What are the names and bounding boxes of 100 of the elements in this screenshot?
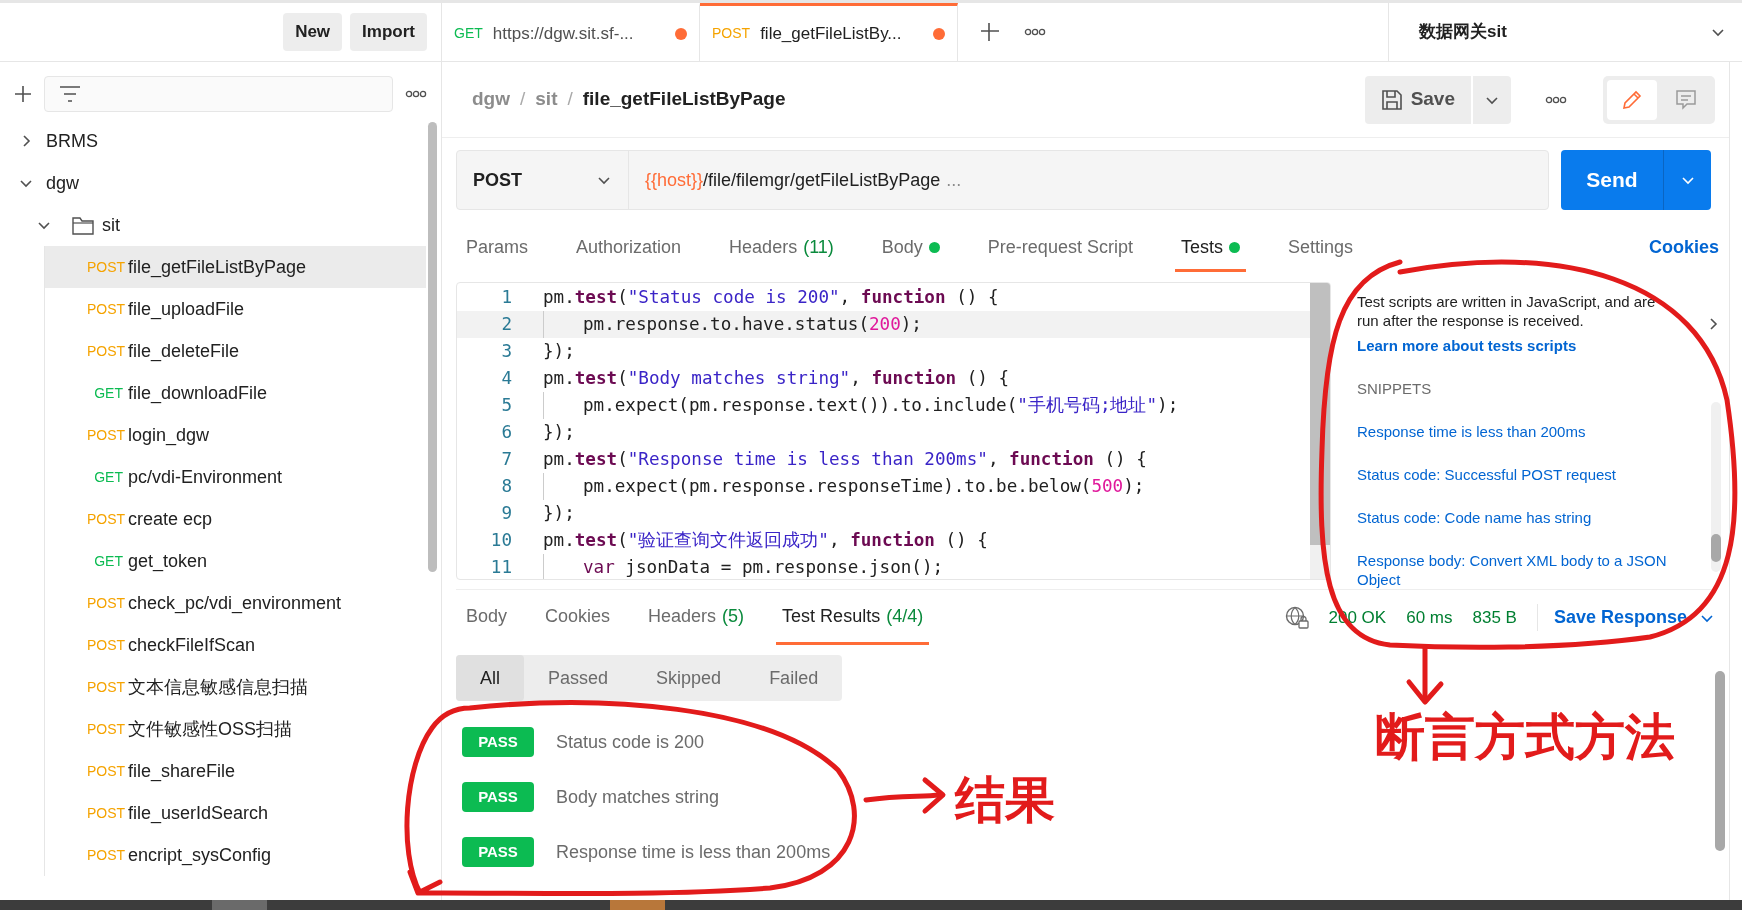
test-name: Body matches string — [556, 785, 720, 809]
collection-item[interactable]: BRMS — [0, 120, 441, 162]
collection-item[interactable]: dgw — [0, 162, 441, 204]
line-number: 5 — [500, 394, 512, 418]
import-button[interactable]: Import — [350, 13, 427, 51]
status-badge: PASS — [462, 727, 534, 757]
snippet-link[interactable]: Response body: Convert XML body to a JSON Object — [1357, 551, 1687, 589]
line-number: 10 — [489, 529, 512, 553]
request-item[interactable]: POST encript_sysConfig — [45, 834, 426, 876]
snippets-heading: SNIPPETS — [1357, 379, 1433, 398]
code-line: }); — [543, 340, 575, 364]
status-badge: PASS — [462, 782, 534, 812]
line-number: 6 — [500, 421, 512, 445]
tab[interactable]: Tests — [1174, 233, 1246, 272]
snippet-link[interactable]: Response time is less than 200ms — [1357, 422, 1687, 441]
snippet-link[interactable]: Status code: Successful POST request — [1357, 465, 1687, 484]
folder-icon — [72, 215, 94, 235]
code-line: pm.response.to.have.status(200); — [543, 311, 922, 338]
request-item[interactable]: GET file_downloadFile — [45, 372, 426, 414]
pencil-icon — [1621, 88, 1643, 111]
code-line: pm.expect(pm.response.text()).to.include("手机号码;地址"); — [543, 392, 1179, 419]
scrollbar[interactable] — [428, 122, 437, 572]
filter-field[interactable] — [44, 76, 393, 112]
code-line: pm.expect(pm.response.responseTime).to.be.below(500); — [543, 473, 1145, 500]
request-item[interactable]: POST checkFileIfScan — [45, 624, 426, 666]
code-line: }); — [543, 502, 575, 526]
filter-tab[interactable]: Passed — [524, 655, 633, 701]
code-editor[interactable] — [456, 282, 1331, 580]
filter-tab[interactable]: Failed — [745, 655, 843, 701]
code-line: pm.test("Response time is less than 200ms", function () { — [543, 448, 1147, 472]
tab[interactable]: Test Results (4/4) — [776, 602, 930, 645]
tab[interactable]: Pre-request Script — [981, 233, 1139, 272]
filter-tab[interactable]: Skipped — [632, 655, 746, 701]
status-badge: PASS — [462, 837, 534, 867]
edit-toggle[interactable] — [1607, 79, 1657, 120]
request-item[interactable]: POST 文本信息敏感信息扫描 — [45, 666, 426, 708]
annotation-text: 结果 — [955, 775, 1055, 825]
request-item[interactable]: POST check_pc/vdi_environment — [45, 582, 426, 624]
save-icon — [1380, 88, 1403, 111]
tab[interactable]: Authorization — [570, 233, 688, 272]
request-item[interactable]: POST file_shareFile — [45, 750, 426, 792]
line-number: 4 — [500, 367, 512, 391]
more-icon[interactable] — [405, 89, 427, 99]
breadcrumb-separator: / — [567, 87, 573, 112]
save-response-button[interactable]: Save Response — [1536, 604, 1715, 631]
tab[interactable]: Body — [460, 602, 514, 645]
filter-tab[interactable]: All — [456, 655, 524, 701]
add-tab-icon[interactable] — [980, 22, 1000, 42]
add-icon[interactable] — [14, 85, 32, 103]
line-number: 8 — [500, 475, 512, 499]
comment-icon — [1675, 88, 1697, 111]
request-item[interactable]: POST file_userIdSearch — [45, 792, 426, 834]
request-item[interactable]: GET get_token — [45, 540, 426, 582]
scrollbar[interactable] — [1715, 671, 1725, 851]
request-item[interactable]: POST login_dgw — [45, 414, 426, 456]
request-item[interactable]: POST file_deleteFile — [45, 330, 426, 372]
tab[interactable]: Cookies — [539, 602, 617, 645]
tab[interactable]: Headers (11) — [723, 233, 840, 272]
response-time: 60 ms — [1406, 606, 1453, 629]
test-name: Status code is 200 — [556, 730, 705, 754]
line-number: 3 — [500, 340, 512, 364]
folder-item[interactable]: sit — [0, 204, 441, 246]
new-button[interactable]: New — [283, 13, 343, 51]
collection-name: BRMS — [46, 129, 98, 153]
environment-selector[interactable]: 数据网关sit — [1388, 3, 1742, 61]
tab[interactable]: Body — [875, 233, 946, 272]
help-text: Test scripts are written in JavaScript, and are run after the response is received. — [1357, 292, 1657, 330]
code-line: pm.test("验证查询文件返回成功", function () { — [543, 529, 988, 553]
response-size: 835 B — [1472, 606, 1517, 629]
globe-lock-icon — [1284, 605, 1309, 630]
test-name: Response time is less than 200ms — [556, 840, 831, 864]
snippet-link[interactable]: Status code: Code name has string — [1357, 508, 1687, 527]
code-line: pm.test("Status code is 200", function () { — [543, 286, 999, 310]
request-item[interactable]: GET pc/vdi-Environment — [45, 456, 426, 498]
collection-name: dgw — [46, 171, 80, 195]
request-item[interactable]: POST create ecp — [45, 498, 426, 540]
tab[interactable]: Params — [460, 233, 534, 272]
folder-name: sit — [102, 213, 120, 237]
more-icon[interactable] — [1545, 94, 1567, 105]
request-item[interactable]: POST 文件敏感性OSS扫描 — [45, 708, 426, 750]
breadcrumb-separator: / — [520, 87, 526, 112]
save-button[interactable]: Save — [1364, 75, 1471, 124]
filter-icon — [59, 85, 81, 103]
line-number: 9 — [500, 502, 512, 526]
request-item[interactable]: POST file_uploadFile — [45, 288, 426, 330]
code-line: var jsonData = pm.response.json(); — [543, 554, 944, 579]
tab[interactable]: Settings — [1281, 233, 1359, 272]
more-icon[interactable] — [1024, 27, 1046, 37]
scrollbar[interactable] — [1711, 534, 1721, 562]
line-number: 1 — [500, 286, 512, 310]
line-number: 2 — [500, 313, 512, 337]
line-number: 11 — [489, 556, 512, 579]
tab[interactable]: Headers (5) — [642, 602, 751, 645]
cookies-link[interactable]: Cookies — [1648, 234, 1719, 272]
learn-more-link[interactable]: Learn more about tests scripts — [1357, 336, 1577, 355]
code-line: pm.test("Body matches string", function () { — [543, 367, 1010, 391]
annotation-text: 断言方式方法 — [1375, 712, 1675, 762]
request-item[interactable]: POST file_getFileListByPage — [45, 246, 426, 288]
request-tab[interactable]: POST file_getFileListBy... — [700, 3, 958, 61]
line-number: 7 — [500, 448, 512, 472]
